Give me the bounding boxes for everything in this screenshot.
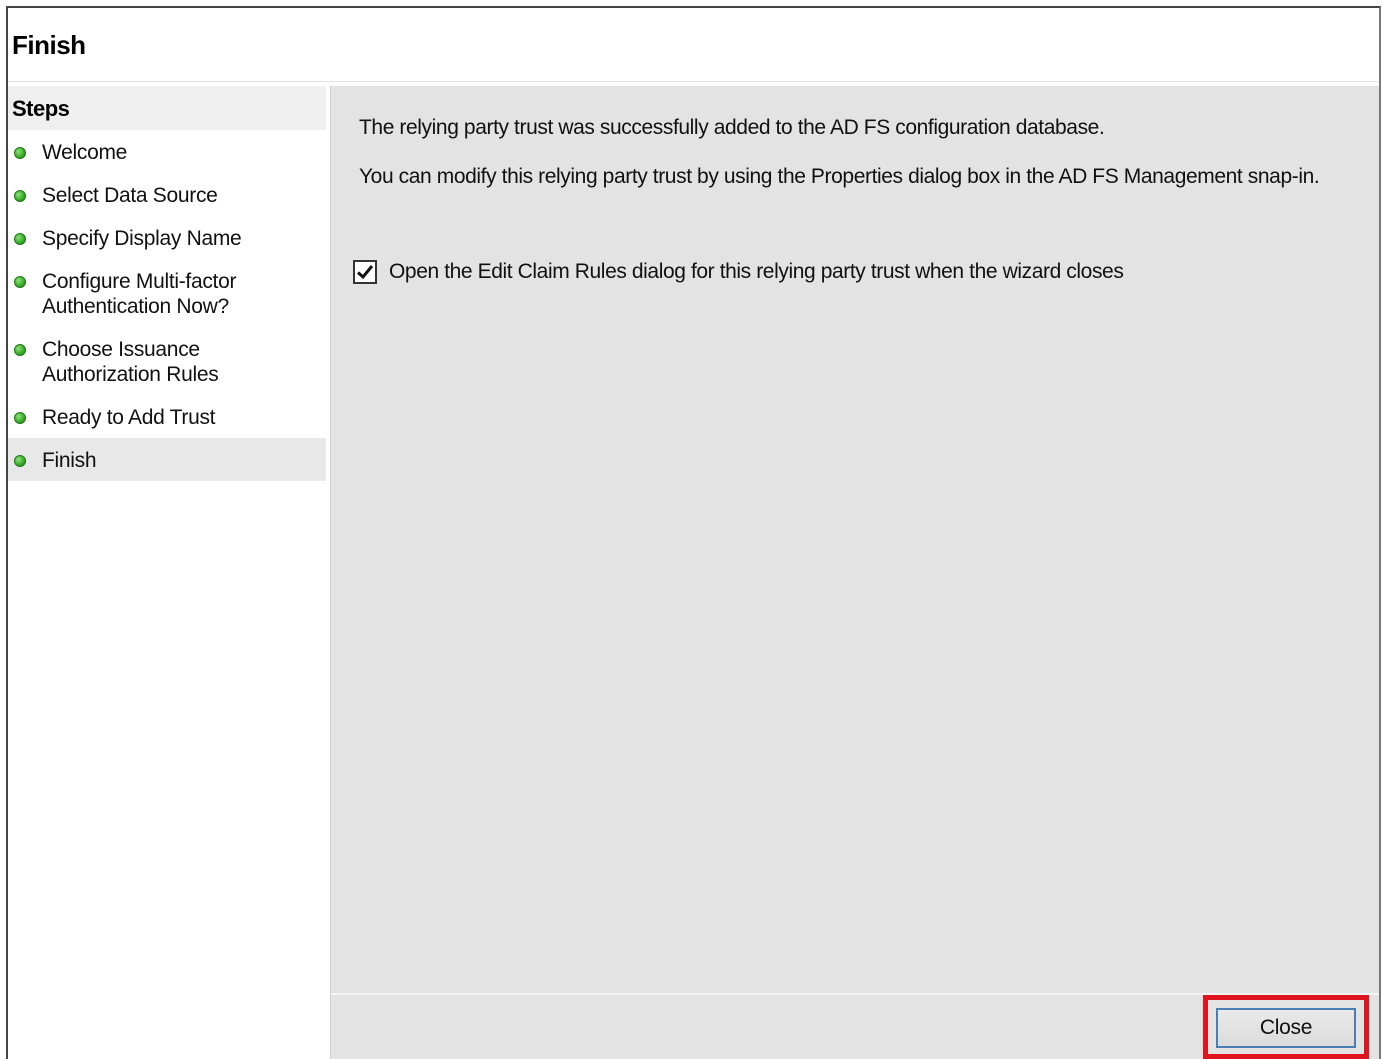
step-label: Configure Multi-factor Authentication No… [42, 270, 237, 318]
green-dot-icon [14, 455, 26, 467]
step-specify-display-name: Specify Display Name [8, 216, 326, 259]
step-select-data-source: Select Data Source [8, 173, 326, 216]
step-label: Finish [42, 449, 97, 472]
step-ready-to-add-trust: Ready to Add Trust [8, 395, 326, 438]
green-dot-icon [14, 233, 26, 245]
step-label: Ready to Add Trust [42, 406, 216, 429]
wizard-header: Finish [8, 8, 1379, 82]
edit-claim-rules-option[interactable]: Open the Edit Claim Rules dialog for thi… [353, 260, 1124, 284]
close-button[interactable]: Close [1216, 1008, 1356, 1048]
step-finish: Finish [8, 438, 326, 481]
step-label: Welcome [42, 141, 128, 164]
step-label: Select Data Source [42, 184, 218, 207]
page-title: Finish [12, 30, 86, 60]
edit-claim-rules-checkbox[interactable] [353, 260, 377, 284]
checkmark-icon [356, 265, 374, 280]
step-welcome: Welcome [8, 130, 326, 173]
step-configure-mfa: Configure Multi-factor Authentication No… [8, 259, 326, 327]
green-dot-icon [14, 276, 26, 288]
close-button-highlight: Close [1203, 995, 1369, 1059]
step-choose-issuance-rules: Choose Issuance Authorization Rules [8, 327, 326, 395]
steps-sidebar: Steps Welcome Select Data Source Specify… [8, 86, 326, 1059]
green-dot-icon [14, 147, 26, 159]
success-message: The relying party trust was successfully… [359, 116, 1105, 139]
green-dot-icon [14, 412, 26, 424]
edit-claim-rules-label[interactable]: Open the Edit Claim Rules dialog for thi… [389, 260, 1124, 284]
content-panel: The relying party trust was successfully… [330, 86, 1379, 1059]
wizard-window: Finish Steps Welcome Select Data Source … [6, 6, 1381, 1059]
modify-message: You can modify this relying party trust … [359, 165, 1320, 188]
button-bar: Close [331, 993, 1379, 1059]
step-label: Choose Issuance Authorization Rules [42, 338, 219, 386]
green-dot-icon [14, 190, 26, 202]
steps-heading: Steps [8, 86, 326, 130]
step-label: Specify Display Name [42, 227, 242, 250]
green-dot-icon [14, 344, 26, 356]
